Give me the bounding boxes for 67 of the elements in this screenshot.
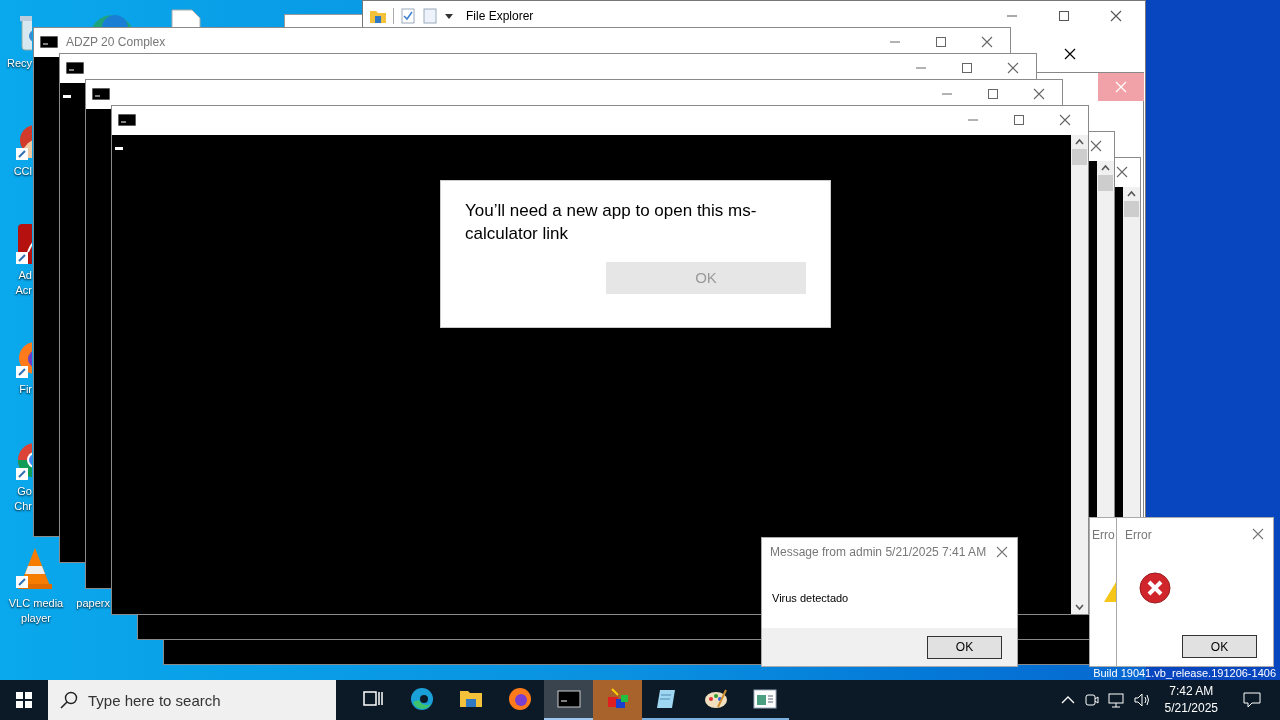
search-icon [60,691,78,709]
search-field[interactable]: Type here to search [48,680,336,720]
maximize-icon [936,37,946,47]
close-icon [1090,140,1102,152]
desktop-icon-label[interactable]: VLC media player [1,596,71,626]
close-icon [1059,114,1071,126]
firefox-icon [507,687,532,711]
ok-button[interactable]: OK [1182,635,1257,658]
message-text: Virus detectado [771,591,850,606]
cubes-icon [605,687,630,711]
speaker-icon[interactable] [1132,692,1151,708]
close-icon [1033,88,1045,100]
desktop-icon-label[interactable]: Ad Acr [15,268,32,298]
notification-icon [1243,692,1261,708]
desktop-icon-label[interactable]: Go Chr [14,484,32,514]
palette-icon [703,687,728,711]
camera-icon[interactable] [1082,692,1099,708]
console-icon[interactable] [40,36,58,48]
close-icon [1110,10,1122,22]
window-title: Message from admin 5/21/2025 7:41 AM [770,544,987,561]
network-icon[interactable] [1106,692,1125,708]
desktop-icon-label[interactable]: paperx [76,596,110,611]
build-watermark-text: Build 19041.vb_release.191206-1406 [1093,666,1276,681]
browser-icon [409,687,434,711]
text-cursor [63,95,71,98]
console-icon[interactable] [66,62,84,74]
clock-time: 7:42 AM [1169,683,1214,700]
close-icon[interactable] [1064,48,1076,60]
close-icon [1115,81,1127,93]
maximize-icon [988,89,998,99]
close-icon [981,36,993,48]
desktop-icon-label[interactable]: Recy [6,56,32,71]
desktop-icon-label[interactable]: CCl [13,164,32,179]
dropdown-caret-icon[interactable] [444,11,454,21]
window-title: File Explorer [466,8,534,25]
scrollbar[interactable] [1123,187,1140,517]
checklist-icon[interactable] [400,8,416,24]
console-icon[interactable] [118,114,136,126]
scrollbar[interactable] [1097,161,1114,517]
console-icon [556,687,581,711]
taskbar-app-button[interactable] [544,680,593,720]
scrollbar-thumb[interactable] [1072,149,1087,165]
scrollbar[interactable] [1071,135,1088,614]
error-icon [1139,572,1171,604]
chevron-up-icon[interactable] [1060,695,1075,705]
maximize-icon [962,63,972,73]
maximize-icon [1014,115,1024,125]
text-cursor [115,147,123,150]
desktop-icon-label[interactable]: Fir [19,382,32,397]
windows-icon [16,692,32,708]
close-icon [1007,62,1019,74]
ok-button[interactable]: OK [927,635,1002,659]
close-icon [1252,528,1264,540]
clock[interactable]: 7:42 AM 5/21/2025 [1158,683,1224,717]
scrollbar-thumb[interactable] [1098,175,1113,191]
window-title: Erro [1092,527,1115,544]
folder-icon[interactable] [369,8,387,24]
maximize-icon [1059,11,1069,21]
clock-date: 5/21/2025 [1164,700,1218,717]
close-icon [996,546,1008,558]
window-icon [752,687,777,711]
console-icon[interactable] [92,88,110,100]
window-title: Error [1125,527,1152,544]
scrollbar-thumb[interactable] [1124,201,1139,217]
dialog-message: You’ll need a new app to open this ms-calculator link [465,200,758,245]
window-title: ADZP 20 Complex [66,34,166,51]
close-icon [1116,166,1128,178]
